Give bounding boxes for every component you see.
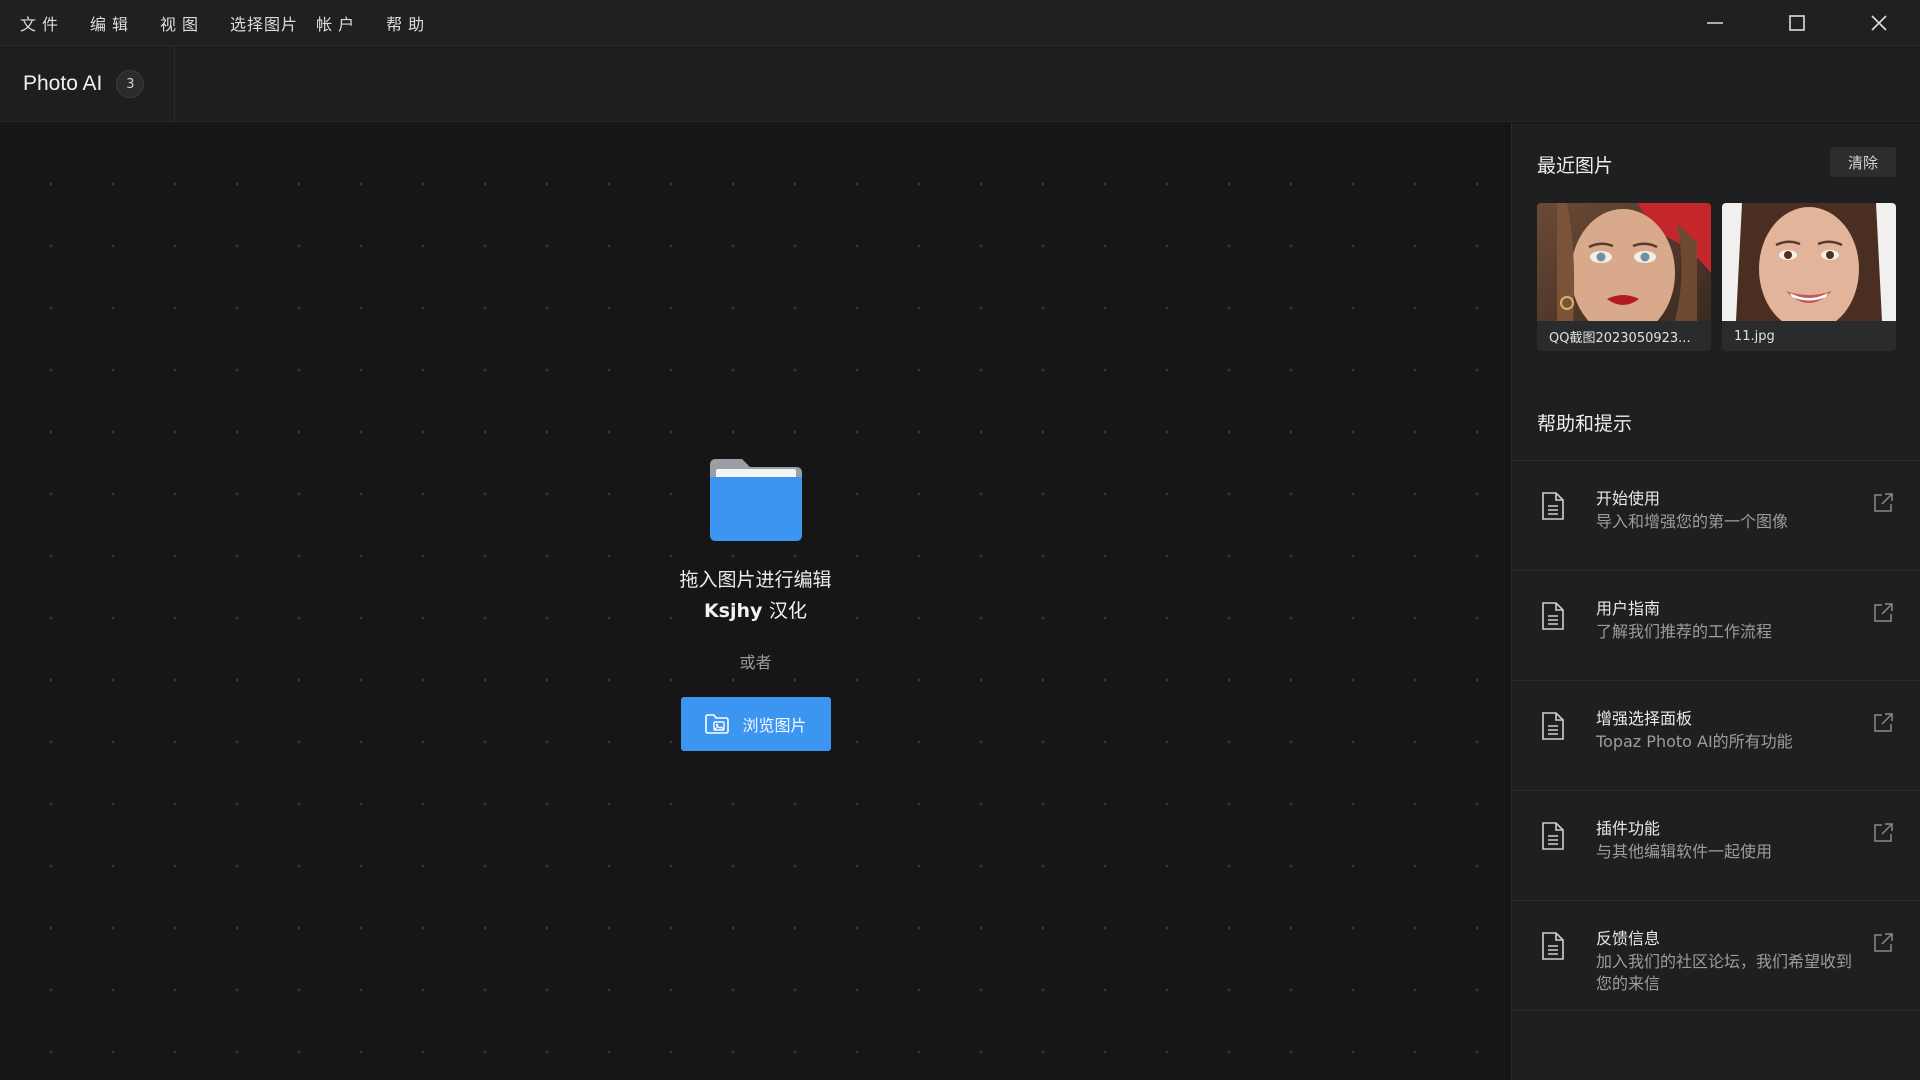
document-icon: [1542, 712, 1564, 740]
help-item-plugins[interactable]: 插件功能 与其他编辑软件一起使用: [1512, 791, 1920, 901]
help-item-desc: 了解我们推荐的工作流程: [1596, 622, 1773, 641]
window-controls: [1674, 0, 1920, 46]
credit-brand: Ksjhy: [703, 600, 763, 622]
document-icon: [1542, 932, 1564, 960]
drop-canvas[interactable]: 拖入图片进行编辑 Ksjhy 汉化 或者 浏览图片: [0, 123, 1511, 1080]
menu-select-image[interactable]: 选择图片: [230, 11, 298, 35]
folder-icon: [709, 459, 802, 541]
help-item-title: 用户指南: [1596, 599, 1661, 618]
menubar: 文件 编辑 视图 选择图片 帐户 帮助: [0, 0, 1920, 46]
external-link-icon[interactable]: [1872, 602, 1894, 624]
drop-zone: 拖入图片进行编辑 Ksjhy 汉化 或者 浏览图片: [0, 453, 1511, 751]
external-link-icon[interactable]: [1872, 932, 1894, 954]
help-item-title: 开始使用: [1596, 489, 1661, 508]
menu-file[interactable]: 文件: [20, 11, 64, 35]
help-item-title: 反馈信息: [1596, 929, 1661, 948]
menu-edit[interactable]: 编辑: [90, 11, 134, 35]
help-list: 开始使用 导入和增强您的第一个图像 用户指南 了解我们推荐的工作流程 增强选择面…: [1512, 460, 1920, 1011]
app-title-area: Photo AI 3: [0, 46, 175, 122]
image-count-badge: 3: [116, 70, 145, 98]
recent-images-title: 最近图片: [1537, 155, 1614, 177]
external-link-icon[interactable]: [1872, 822, 1894, 844]
help-item-enhancement-panel[interactable]: 增强选择面板 Topaz Photo AI的所有功能: [1512, 681, 1920, 791]
close-icon: [1871, 15, 1887, 31]
menu-view[interactable]: 视图: [160, 11, 204, 35]
external-link-icon[interactable]: [1872, 712, 1894, 734]
help-item-desc: 加入我们的社区论坛，我们希望收到您的来信: [1596, 952, 1853, 993]
drop-instruction: 拖入图片进行编辑: [679, 569, 832, 591]
help-item-title: 插件功能: [1596, 819, 1661, 838]
credit-suffix: 汉化: [769, 600, 808, 622]
localization-credit: Ksjhy 汉化: [704, 596, 807, 623]
document-icon: [1542, 602, 1564, 630]
menu-help[interactable]: 帮助: [386, 11, 430, 35]
right-panel: 最近图片 清除 QQ截图2023050923... 11.jpg 帮助和提示 开…: [1511, 123, 1920, 1080]
app-header: Photo AI 3: [0, 46, 1920, 122]
browse-images-label: 浏览图片: [742, 716, 807, 735]
document-icon: [1542, 492, 1564, 520]
external-link-icon[interactable]: [1872, 492, 1894, 514]
help-tips-title: 帮助和提示: [1537, 413, 1633, 435]
menu-account[interactable]: 帐户: [316, 11, 360, 35]
recent-image-thumbnail: [1722, 203, 1896, 321]
recent-image-thumbnail: [1537, 203, 1711, 321]
help-item-desc: 与其他编辑软件一起使用: [1596, 842, 1773, 861]
recent-image-name: 11.jpg: [1734, 328, 1775, 344]
recent-images-list: QQ截图2023050923... 11.jpg: [1537, 203, 1896, 351]
help-item-desc: Topaz Photo AI的所有功能: [1596, 732, 1793, 751]
maximize-button[interactable]: [1756, 0, 1838, 46]
recent-image-item[interactable]: QQ截图2023050923...: [1537, 203, 1711, 351]
or-separator: 或者: [739, 653, 772, 672]
app-title: Photo AI: [23, 72, 103, 95]
help-item-user-guide[interactable]: 用户指南 了解我们推荐的工作流程: [1512, 571, 1920, 681]
close-button[interactable]: [1838, 0, 1920, 46]
help-item-getting-started[interactable]: 开始使用 导入和增强您的第一个图像: [1512, 461, 1920, 571]
help-item-desc: 导入和增强您的第一个图像: [1596, 512, 1789, 531]
clear-recent-button[interactable]: 清除: [1830, 147, 1896, 177]
document-icon: [1542, 822, 1564, 850]
image-folder-icon: [705, 714, 730, 734]
minimize-button[interactable]: [1674, 0, 1756, 46]
help-item-feedback[interactable]: 反馈信息 加入我们的社区论坛，我们希望收到您的来信: [1512, 901, 1920, 1011]
recent-image-item[interactable]: 11.jpg: [1722, 203, 1896, 351]
browse-images-button[interactable]: 浏览图片: [680, 697, 831, 751]
maximize-icon: [1789, 15, 1805, 31]
main-menu: 文件 编辑 视图 选择图片 帐户 帮助: [0, 11, 456, 35]
recent-image-name: QQ截图2023050923...: [1549, 330, 1691, 346]
help-item-title: 增强选择面板: [1596, 709, 1693, 728]
minimize-icon: [1707, 22, 1723, 24]
